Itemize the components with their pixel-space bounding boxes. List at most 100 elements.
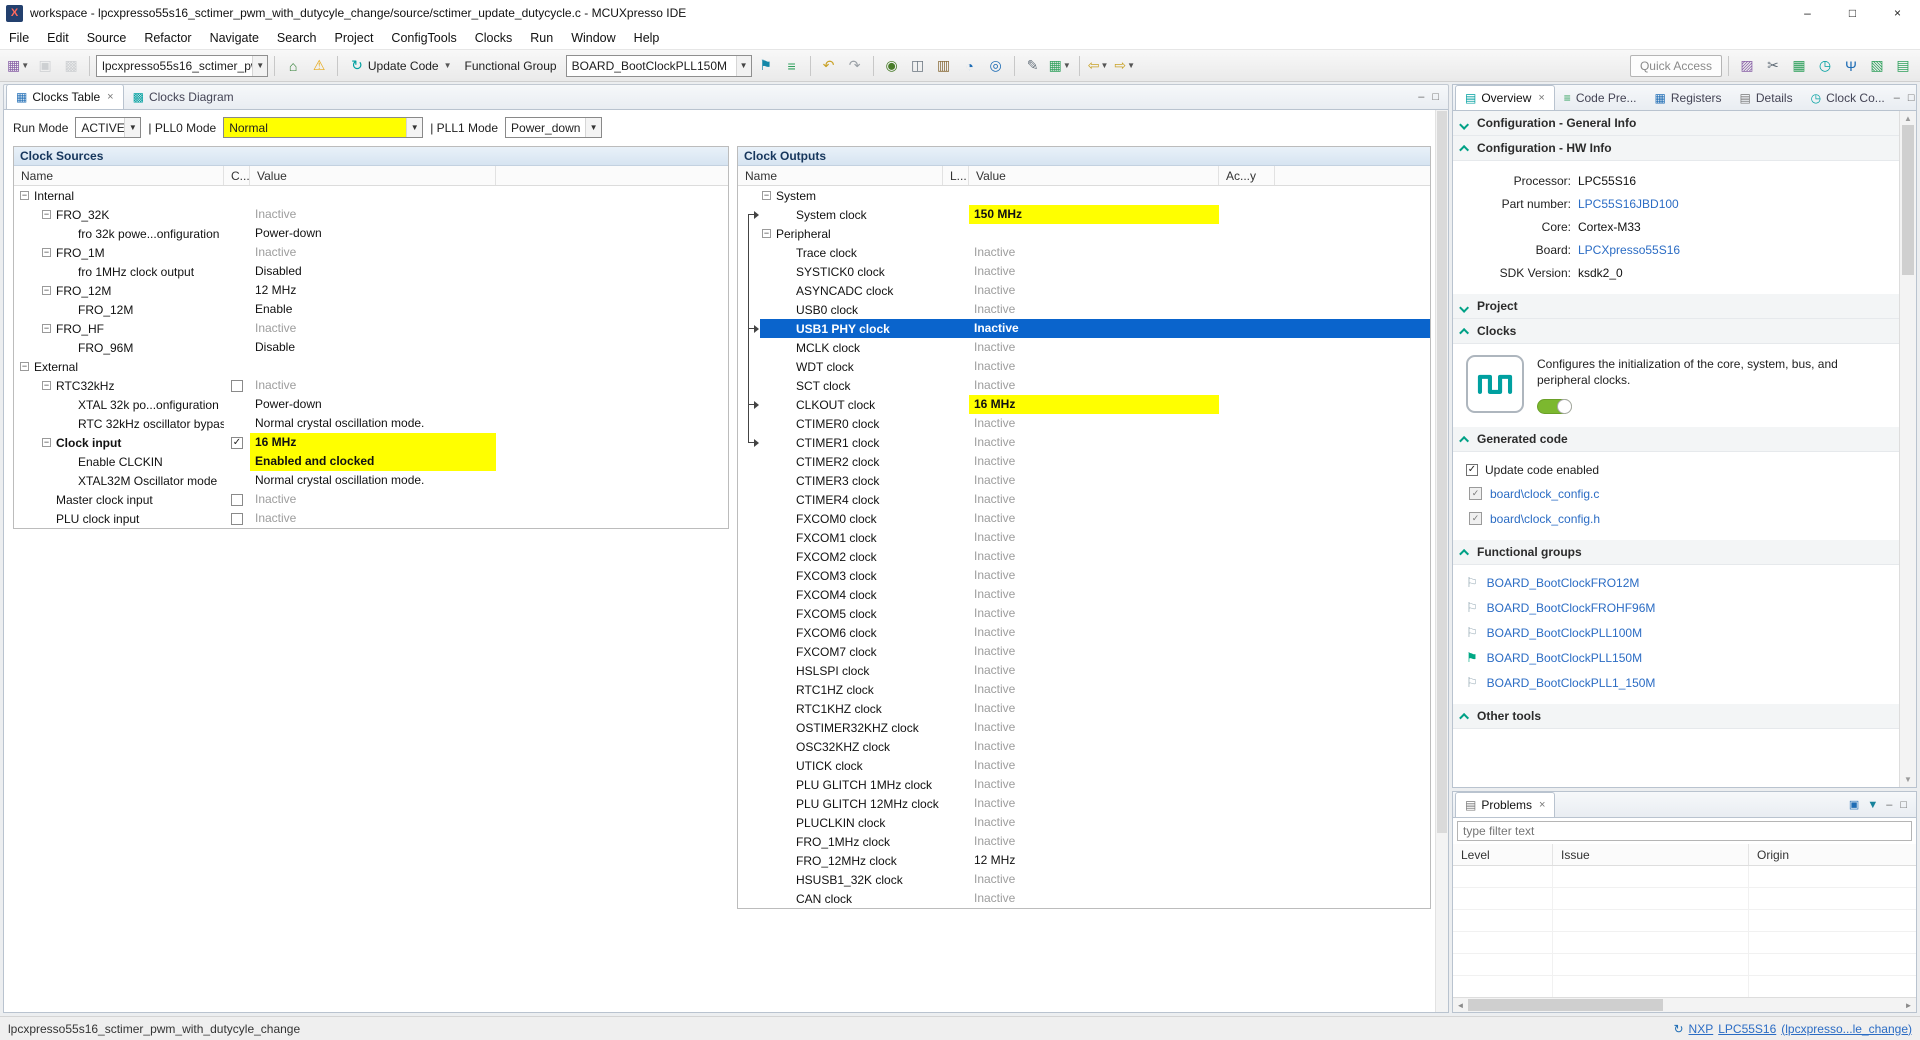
clock-source-row[interactable]: −RTC32kHzInactive bbox=[14, 376, 728, 395]
field-value[interactable]: LPCXpresso55S16 bbox=[1578, 243, 1680, 257]
row-checkbox[interactable] bbox=[231, 380, 243, 392]
tree-expander-icon[interactable]: − bbox=[42, 438, 51, 447]
section-header-project[interactable]: Project bbox=[1453, 294, 1899, 319]
functional-group-link[interactable]: BOARD_BootClockPLL1_150M bbox=[1487, 676, 1656, 690]
clock-output-row[interactable]: CTIMER4 clockInactive bbox=[738, 490, 1430, 509]
scrollbar-thumb[interactable] bbox=[1902, 125, 1914, 275]
clocks-enabled-toggle[interactable] bbox=[1537, 399, 1572, 414]
clock-output-row[interactable]: USB0 clockInactive bbox=[738, 300, 1430, 319]
clock-source-row[interactable]: XTAL 32k po...onfigurationPower-down bbox=[14, 395, 728, 414]
clock-output-row[interactable]: Trace clockInactive bbox=[738, 243, 1430, 262]
clock-source-row[interactable]: −FRO_32KInactive bbox=[14, 205, 728, 224]
menu-help[interactable]: Help bbox=[625, 28, 669, 48]
clock-source-row[interactable]: fro 32k powe...onfigurationPower-down bbox=[14, 224, 728, 243]
clock-output-row[interactable]: FXCOM3 clockInactive bbox=[738, 566, 1430, 585]
functional-group-link[interactable]: BOARD_BootClockPLL150M bbox=[1487, 651, 1642, 665]
section-header-general-info[interactable]: Configuration - General Info bbox=[1453, 111, 1899, 136]
clock-output-row[interactable]: HSUSB1_32K clockInactive bbox=[738, 870, 1430, 889]
clock-output-row[interactable]: FRO_12MHz clock12 MHz bbox=[738, 851, 1430, 870]
clock-output-row[interactable]: FXCOM5 clockInactive bbox=[738, 604, 1430, 623]
tree-expander-icon[interactable]: − bbox=[42, 286, 51, 295]
section-header-generated-code[interactable]: Generated code bbox=[1453, 427, 1899, 452]
tree-expander-icon[interactable]: − bbox=[762, 191, 771, 200]
scroll-left-icon[interactable]: ◄ bbox=[1453, 1001, 1468, 1010]
clock-output-row[interactable]: UTICK clockInactive bbox=[738, 756, 1430, 775]
field-value[interactable]: LPC55S16JBD100 bbox=[1578, 197, 1679, 211]
update-code-checkbox[interactable]: ✓ bbox=[1466, 464, 1478, 476]
sync-icon[interactable]: ↻ bbox=[1673, 1022, 1683, 1036]
clock-source-row[interactable]: Enable CLCKINEnabled and clocked bbox=[14, 452, 728, 471]
save-all-icon[interactable]: ▩ bbox=[59, 54, 83, 78]
column-header-value[interactable]: Value bbox=[250, 166, 496, 185]
row-checkbox[interactable] bbox=[231, 494, 243, 506]
section-header-clocks[interactable]: Clocks bbox=[1453, 319, 1899, 344]
clock-output-row[interactable]: FXCOM4 clockInactive bbox=[738, 585, 1430, 604]
quick-access-input[interactable]: Quick Access bbox=[1630, 55, 1722, 77]
menu-file[interactable]: File bbox=[0, 28, 38, 48]
column-header-level[interactable]: Level bbox=[1453, 844, 1553, 865]
clock-output-row[interactable]: CAN clockInactive bbox=[738, 889, 1430, 908]
scroll-down-icon[interactable]: ▼ bbox=[1904, 775, 1912, 784]
menu-refactor[interactable]: Refactor bbox=[135, 28, 200, 48]
new-wizard-icon[interactable]: ▦▼ bbox=[5, 54, 31, 78]
clock-source-row[interactable]: fro 1MHz clock outputDisabled bbox=[14, 262, 728, 281]
clock-output-row[interactable]: FXCOM6 clockInactive bbox=[738, 623, 1430, 642]
clock-output-row[interactable]: CTIMER0 clockInactive bbox=[738, 414, 1430, 433]
functional-group-link[interactable]: BOARD_BootClockFROHF96M bbox=[1487, 601, 1656, 615]
maximize-view-icon[interactable]: □ bbox=[1900, 799, 1907, 811]
clock-output-row[interactable]: ASYNCADC clockInactive bbox=[738, 281, 1430, 300]
clock-source-row[interactable]: −Internal bbox=[14, 186, 728, 205]
column-header-config[interactable]: C... bbox=[224, 166, 250, 185]
section-header-functional-groups[interactable]: Functional groups bbox=[1453, 540, 1899, 565]
menu-navigate[interactable]: Navigate bbox=[201, 28, 268, 48]
back-icon[interactable]: ⇦▼ bbox=[1086, 54, 1111, 78]
menu-configtools[interactable]: ConfigTools bbox=[382, 28, 465, 48]
tree-expander-icon[interactable]: − bbox=[42, 210, 51, 219]
log-icon[interactable]: ≡ bbox=[780, 54, 804, 78]
clock-output-row[interactable]: CTIMER3 clockInactive bbox=[738, 471, 1430, 490]
close-tab-icon[interactable]: × bbox=[1538, 92, 1544, 104]
clock-output-row[interactable]: OSTIMER32KHZ clockInactive bbox=[738, 718, 1430, 737]
flag-icon[interactable]: ⚑ bbox=[754, 54, 778, 78]
column-header-origin[interactable]: Origin bbox=[1749, 844, 1916, 865]
view-menu-icon[interactable]: ▣ bbox=[1849, 798, 1859, 811]
status-link-part[interactable]: LPC55S16 bbox=[1718, 1022, 1776, 1036]
clock-output-row[interactable]: USB1 PHY clockInactive bbox=[738, 319, 1430, 338]
clock-source-row[interactable]: XTAL32M Oscillator modeNormal crystal os… bbox=[14, 471, 728, 490]
tree-expander-icon[interactable]: − bbox=[20, 191, 29, 200]
functional-group-item[interactable]: ⚐BOARD_BootClockPLL100M bbox=[1466, 620, 1889, 645]
filter-input[interactable] bbox=[1457, 821, 1912, 841]
problems-horizontal-scrollbar[interactable]: ◄ ► bbox=[1453, 997, 1916, 1012]
menu-project[interactable]: Project bbox=[326, 28, 383, 48]
section-header-other-tools[interactable]: Other tools bbox=[1453, 704, 1899, 729]
menu-clocks[interactable]: Clocks bbox=[466, 28, 522, 48]
row-checkbox[interactable] bbox=[231, 513, 243, 525]
clock-source-row[interactable]: −FRO_HFInactive bbox=[14, 319, 728, 338]
scroll-right-icon[interactable]: ► bbox=[1901, 1001, 1916, 1010]
generated-file-link[interactable]: board\clock_config.c bbox=[1490, 487, 1599, 501]
clock-source-row[interactable]: FRO_12MEnable bbox=[14, 300, 728, 319]
table-view-icon[interactable]: ▦▼ bbox=[1047, 54, 1073, 78]
section-header-hw-info[interactable]: Configuration - HW Info bbox=[1453, 136, 1899, 161]
tree-expander-icon[interactable]: − bbox=[42, 248, 51, 257]
column-header-value[interactable]: Value bbox=[969, 166, 1219, 185]
overview-vertical-scrollbar[interactable]: ▲ ▼ bbox=[1899, 111, 1916, 787]
home-icon[interactable]: ⌂ bbox=[281, 54, 305, 78]
close-tab-icon[interactable]: × bbox=[107, 91, 113, 103]
clock-output-row[interactable]: System clock150 MHz bbox=[738, 205, 1430, 224]
clock-output-row[interactable]: CLKOUT clock16 MHz bbox=[738, 395, 1430, 414]
maximize-view-icon[interactable]: □ bbox=[1908, 92, 1915, 104]
clock-output-row[interactable]: −Peripheral bbox=[738, 224, 1430, 243]
functional-group-item[interactable]: ⚐BOARD_BootClockPLL1_150M bbox=[1466, 670, 1889, 695]
clock-output-row[interactable]: SCT clockInactive bbox=[738, 376, 1430, 395]
tab-clocks-diagram[interactable]: ▩ Clocks Diagram bbox=[124, 84, 243, 109]
maximize-button[interactable]: □ bbox=[1830, 0, 1875, 26]
peripherals-tool-icon[interactable]: ▦ bbox=[1787, 54, 1811, 78]
annotate-icon[interactable]: ✎ bbox=[1021, 54, 1045, 78]
clock-output-row[interactable]: FXCOM1 clockInactive bbox=[738, 528, 1430, 547]
scrollbar-thumb[interactable] bbox=[1468, 999, 1663, 1011]
minimize-view-icon[interactable]: – bbox=[1886, 799, 1892, 811]
minimize-view-icon[interactable]: – bbox=[1418, 91, 1424, 103]
scroll-up-icon[interactable]: ▲ bbox=[1904, 114, 1912, 123]
clock-output-row[interactable]: RTC1KHZ clockInactive bbox=[738, 699, 1430, 718]
